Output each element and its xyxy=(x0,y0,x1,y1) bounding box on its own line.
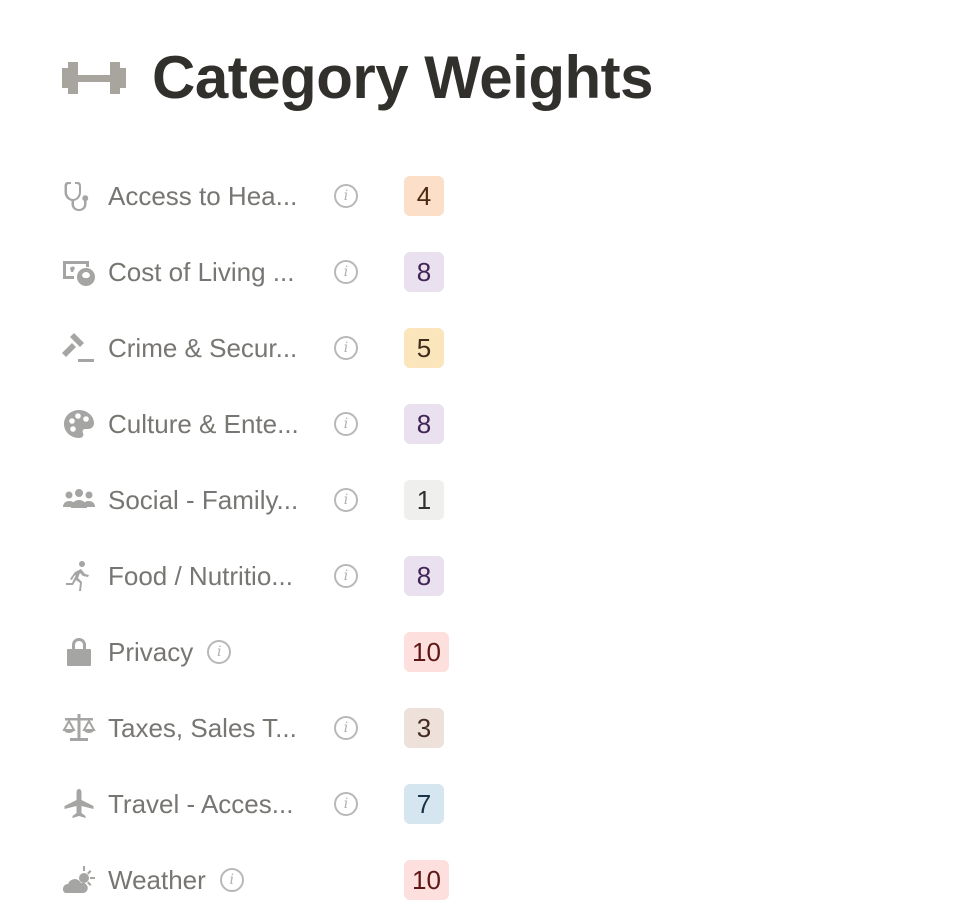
category-label: Cost of Living ... xyxy=(108,256,295,287)
weight-badge[interactable]: 1 xyxy=(404,480,444,520)
weight-badge[interactable]: 10 xyxy=(404,632,449,672)
weight-badge[interactable]: 3 xyxy=(404,708,444,748)
category-row-privacy[interactable]: Privacy i 10 xyxy=(60,614,520,690)
info-icon[interactable]: i xyxy=(334,260,358,284)
info-icon[interactable]: i xyxy=(207,640,232,664)
weight-badge[interactable]: 8 xyxy=(404,252,444,292)
page-header: Category Weights xyxy=(62,42,653,114)
info-icon[interactable]: i xyxy=(334,336,358,360)
weight-badge[interactable]: 7 xyxy=(404,784,444,824)
category-label: Food / Nutritio... xyxy=(108,560,293,591)
running-person-icon xyxy=(60,557,98,595)
airplane-icon xyxy=(60,785,98,823)
info-icon[interactable]: i xyxy=(334,716,358,740)
category-label: Taxes, Sales T... xyxy=(108,712,297,743)
info-icon[interactable]: i xyxy=(334,412,358,436)
category-row-culture-entertainment[interactable]: Culture & Ente... i 8 xyxy=(60,386,520,462)
category-label: Access to Hea... xyxy=(108,180,298,211)
category-row-cost-of-living[interactable]: Cost of Living ... i 8 xyxy=(60,234,520,310)
lock-icon xyxy=(60,633,98,671)
dumbbell-icon xyxy=(62,58,126,98)
category-label: Culture & Ente... xyxy=(108,408,299,439)
gavel-icon xyxy=(60,329,98,367)
category-row-social-family[interactable]: Social - Family... i 1 xyxy=(60,462,520,538)
info-icon[interactable]: i xyxy=(334,488,358,512)
people-group-icon xyxy=(60,481,98,519)
info-icon[interactable]: i xyxy=(219,868,244,892)
category-row-food-nutrition[interactable]: Food / Nutritio... i 8 xyxy=(60,538,520,614)
category-list: Access to Hea... i 4 Cost of Living ... … xyxy=(60,158,520,918)
weight-badge[interactable]: 4 xyxy=(404,176,444,216)
scales-icon xyxy=(60,709,98,747)
info-icon[interactable]: i xyxy=(334,792,358,816)
page-title: Category Weights xyxy=(152,44,653,111)
palette-icon xyxy=(60,405,98,443)
weight-badge[interactable]: 8 xyxy=(404,556,444,596)
category-row-weather[interactable]: Weather i 10 xyxy=(60,842,520,918)
category-row-taxes[interactable]: Taxes, Sales T... i 3 xyxy=(60,690,520,766)
cloud-sun-icon xyxy=(60,861,98,899)
category-row-travel[interactable]: Travel - Acces... i 7 xyxy=(60,766,520,842)
info-icon[interactable]: i xyxy=(334,184,358,208)
category-label: Travel - Acces... xyxy=(108,788,294,819)
weight-badge[interactable]: 10 xyxy=(404,860,449,900)
weight-badge[interactable]: 5 xyxy=(404,328,444,368)
money-exchange-icon xyxy=(60,253,98,291)
category-row-crime-security[interactable]: Crime & Secur... i 5 xyxy=(60,310,520,386)
info-icon[interactable]: i xyxy=(334,564,358,588)
category-label: Weather xyxy=(108,864,206,895)
stethoscope-icon xyxy=(60,177,98,215)
category-label: Social - Family... xyxy=(108,484,299,515)
category-label: Privacy xyxy=(108,636,194,667)
category-row-access-to-health[interactable]: Access to Hea... i 4 xyxy=(60,158,520,234)
category-label: Crime & Secur... xyxy=(108,332,298,363)
weight-badge[interactable]: 8 xyxy=(404,404,444,444)
